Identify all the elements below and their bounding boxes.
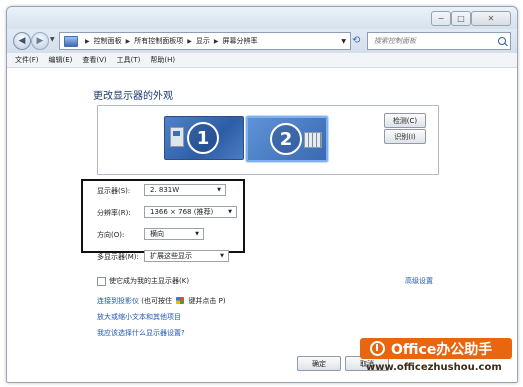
search-input[interactable]: 搜索控制面板 [367, 32, 511, 50]
menu-edit[interactable]: 编辑(E) [49, 55, 73, 65]
main-display-option[interactable]: 使它成为我的主显示器(K) [97, 276, 189, 286]
title-bar: − □ ✕ [7, 7, 517, 29]
chevron-right-icon[interactable]: ▶ [126, 38, 131, 45]
breadcrumb-screen-resolution[interactable]: 屏幕分辨率 [223, 36, 258, 46]
breadcrumb-control-panel[interactable]: 控制面板 [94, 36, 122, 46]
multi-display-select-value: 扩展这些显示 [150, 252, 192, 260]
breadcrumb-all-items[interactable]: 所有控制面板项 [134, 36, 183, 46]
arrow-right-icon: ▶ [36, 36, 44, 46]
screen-resolution-window: − □ ✕ ◀ ▶ ▼ ▶ 控制面板 ▶ 所有控制面板项 ▶ 显示 ▶ 屏幕分辨… [6, 6, 518, 383]
recent-pages-dropdown[interactable]: ▼ [50, 36, 55, 43]
office-logo-icon [370, 341, 385, 356]
ok-button[interactable]: 确定 [297, 356, 341, 371]
watermark-brand: Office办公助手 [391, 341, 493, 358]
display-arrangement-panel: 1 2 检测(C) 识别(I) [97, 105, 439, 175]
identify-button[interactable]: 识别(I) [384, 129, 426, 144]
multi-display-select[interactable]: 扩展这些显示 ▼ [144, 250, 229, 262]
orientation-select-value: 横向 [150, 230, 164, 238]
main-content: 更改显示器的外观 1 2 检测(C) 识别(I) 显示器(S): 2. 831W… [7, 68, 517, 382]
chevron-down-icon: ▼ [217, 187, 221, 193]
main-display-label: 使它成为我的主显示器(K) [109, 277, 190, 285]
arrow-left-icon: ◀ [18, 36, 26, 46]
monitor-2[interactable]: 2 [246, 116, 328, 162]
menu-file[interactable]: 文件(F) [15, 55, 39, 65]
breadcrumb-display[interactable]: 显示 [196, 36, 210, 46]
projector-hint-end: 键并点击 P) [188, 297, 226, 305]
resolution-select-value: 1366 × 768 (推荐) [150, 208, 214, 216]
windows-logo-icon [176, 297, 185, 304]
projector-line: 连接到投影仪 (也可按住 键并点击 P) [97, 296, 226, 306]
monitor-number-2: 2 [270, 123, 302, 155]
menu-bar: 文件(F) 编辑(E) 查看(V) 工具(T) 帮助(H) [7, 53, 517, 68]
menu-view[interactable]: 查看(V) [82, 55, 106, 65]
resolution-select[interactable]: 1366 × 768 (推荐) ▼ [144, 206, 237, 218]
resolution-label: 分辨率(R): [97, 209, 131, 217]
breadcrumb: ▶ 控制面板 ▶ 所有控制面板项 ▶ 显示 ▶ 屏幕分辨率 [81, 36, 258, 46]
control-panel-icon [64, 35, 78, 47]
page-title: 更改显示器的外观 [93, 91, 173, 102]
display-select[interactable]: 2. 831W ▼ [144, 184, 226, 196]
search-icon[interactable] [498, 37, 506, 45]
grid-icon [304, 132, 322, 148]
main-display-checkbox[interactable] [97, 276, 106, 286]
chevron-right-icon[interactable]: ▶ [187, 38, 192, 45]
search-placeholder: 搜索控制面板 [374, 37, 416, 45]
minimize-button[interactable]: − [431, 11, 451, 26]
watermark-url: www.officezhushou.com [366, 362, 502, 373]
address-bar[interactable]: ▶ 控制面板 ▶ 所有控制面板项 ▶ 显示 ▶ 屏幕分辨率 ▼ [59, 32, 351, 50]
text-size-link[interactable]: 放大或缩小文本和其他项目 [97, 312, 181, 322]
menu-tools[interactable]: 工具(T) [117, 55, 141, 65]
display-select-value: 2. 831W [150, 186, 180, 194]
chevron-right-icon[interactable]: ▶ [85, 38, 90, 45]
back-button[interactable]: ◀ [13, 32, 31, 50]
chevron-down-icon: ▼ [228, 209, 232, 215]
forward-button[interactable]: ▶ [31, 32, 49, 50]
chevron-down-icon: ▼ [220, 253, 224, 259]
monitor-number-1: 1 [187, 122, 219, 154]
display-label: 显示器(S): [97, 187, 131, 195]
advanced-settings-link[interactable]: 高级设置 [405, 276, 433, 286]
monitor-1[interactable]: 1 [164, 116, 244, 160]
address-toolbar: ◀ ▶ ▼ ▶ 控制面板 ▶ 所有控制面板项 ▶ 显示 ▶ 屏幕分辨率 ▼ ⟲ … [7, 29, 517, 53]
projector-link[interactable]: 连接到投影仪 [97, 297, 139, 305]
chevron-down-icon: ▼ [195, 231, 199, 237]
watermark-badge: Office办公助手 [360, 338, 512, 359]
multi-display-label: 多显示器(M): [97, 253, 139, 261]
detect-button[interactable]: 检测(C) [384, 113, 426, 128]
address-dropdown-icon[interactable]: ▼ [341, 38, 346, 45]
menu-help[interactable]: 帮助(H) [150, 55, 175, 65]
desktop-icon [170, 127, 184, 147]
help-link[interactable]: 我应该选择什么显示器设置? [97, 328, 185, 338]
orientation-label: 方向(O): [97, 231, 125, 239]
projector-hint-start: (也可按住 [141, 297, 172, 305]
refresh-icon[interactable]: ⟲ [352, 35, 360, 46]
close-button[interactable]: ✕ [471, 11, 511, 26]
chevron-right-icon[interactable]: ▶ [214, 38, 219, 45]
orientation-select[interactable]: 横向 ▼ [144, 228, 204, 240]
maximize-button[interactable]: □ [451, 11, 471, 26]
